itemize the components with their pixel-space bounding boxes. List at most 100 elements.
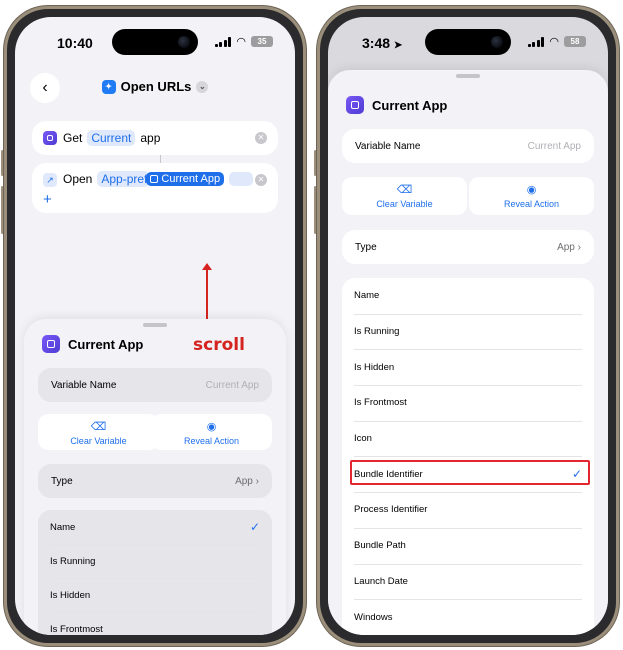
location-arrow-icon: ➤ (393, 40, 403, 51)
variable-sheet: Current App Variable Name Current App ⌫ … (24, 319, 286, 635)
remove-action-button[interactable]: ✕ (255, 132, 267, 144)
dynamic-island (425, 29, 511, 55)
list-item[interactable]: Is Frontmost (342, 385, 594, 421)
list-item[interactable]: Windows (342, 599, 594, 635)
status-time: 3:48 ➤ (362, 35, 402, 51)
checkmark-icon: ✓ (249, 520, 260, 534)
reveal-action-label: Reveal Action (503, 199, 560, 209)
battery-icon: 35 (251, 36, 273, 47)
chevron-right-icon: › (255, 475, 259, 487)
variable-sheet: Current App Variable Name Current App ⌫ … (328, 70, 608, 635)
item-label: Is Frontmost (354, 397, 407, 409)
type-value: App (557, 241, 575, 253)
add-parameter-button[interactable]: + (43, 191, 52, 208)
clear-variable-button[interactable]: ⌫ Clear Variable (342, 177, 467, 215)
delete-left-icon: ⌫ (90, 421, 107, 433)
status-time: 10:40 (57, 35, 93, 51)
right-phone: 3:48 ➤ ◠ 58 Current App Variable Name Cu… (317, 6, 619, 646)
clear-variable-label: Clear Variable (70, 436, 127, 446)
status-time-text: 3:48 (362, 35, 391, 51)
dynamic-island (112, 29, 198, 55)
item-label: Process Identifier (354, 504, 428, 516)
chevron-down-icon: ⌄ (196, 80, 209, 93)
property-list: Name Is Running Is Hidden Is Frontmost I… (342, 278, 594, 635)
arrow-up-right-icon: ↗ (43, 173, 57, 187)
right-screen: 3:48 ➤ ◠ 58 Current App Variable Name Cu… (328, 17, 608, 635)
variable-name-label: Variable Name (355, 140, 421, 152)
variable-text: Current App (161, 173, 221, 185)
item-label: Is Running (50, 555, 96, 567)
url-param-pill[interactable]: App-pref (97, 171, 150, 187)
action-object: app (140, 131, 161, 145)
delete-left-icon: ⌫ (396, 184, 413, 196)
compass-icon: ✦ (101, 79, 116, 94)
get-current-app-action[interactable]: Get Current app ✕ (32, 121, 278, 155)
current-app-variable[interactable]: Current App (146, 172, 225, 186)
list-item[interactable]: Name ✓ (38, 510, 272, 544)
status-icons: ◠ 35 (214, 35, 273, 48)
scroll-annotation: scroll (193, 335, 245, 355)
close-icon: ✕ (257, 175, 265, 184)
item-label: Windows (354, 611, 393, 623)
signal-icon (527, 36, 545, 47)
item-label: Bundle Path (354, 540, 406, 552)
type-label: Type (355, 241, 377, 253)
chevron-right-icon: › (577, 241, 581, 253)
sheet-grabber[interactable] (143, 323, 167, 327)
sheet-title: Current App (68, 336, 144, 352)
variable-name-label: Variable Name (51, 379, 117, 391)
item-label: Icon (354, 433, 372, 445)
remove-action-button[interactable]: ✕ (255, 174, 267, 186)
list-item[interactable]: Is Hidden (342, 349, 594, 385)
sheet-header: Current App (346, 96, 447, 114)
connector-line (160, 155, 161, 163)
item-label: Name (50, 521, 76, 533)
list-item[interactable]: Is Hidden (38, 578, 272, 612)
reveal-action-button[interactable]: ◉ Reveal Action (469, 177, 594, 215)
variable-name-field[interactable]: Variable Name Current App (38, 368, 272, 402)
list-item[interactable]: Process Identifier (342, 492, 594, 528)
left-phone: 10:40 ◠ 35 ‹ ✦ Open URLs ⌄ Get Current a… (4, 6, 306, 646)
item-label: Name (354, 290, 380, 302)
item-label: Is Frontmost (50, 623, 103, 635)
item-label: Is Running (354, 326, 400, 338)
reveal-action-button[interactable]: ◉ Reveal Action (151, 414, 272, 450)
type-value: App (235, 475, 253, 487)
open-url-action[interactable]: ↗ Open App-pref Current App ✕ + (32, 163, 278, 213)
app-icon (150, 175, 159, 183)
app-icon (43, 131, 57, 145)
action-verb: Get (63, 131, 83, 145)
clear-variable-button[interactable]: ⌫ Clear Variable (38, 414, 159, 450)
url-param-tail[interactable] (229, 172, 254, 186)
variable-name-placeholder: Current App (527, 140, 581, 152)
status-icons: ◠ 58 (527, 35, 586, 48)
property-list: Name ✓ Is Running Is Hidden Is Frontmost (38, 510, 272, 635)
list-item[interactable]: Name (342, 278, 594, 314)
highlight-annotation (350, 460, 590, 485)
wifi-icon: ◠ (549, 36, 559, 48)
type-label: Type (51, 475, 73, 487)
battery-icon: 58 (564, 36, 586, 47)
type-row[interactable]: Type App › (342, 230, 594, 264)
list-item[interactable]: Launch Date (342, 563, 594, 600)
signal-icon (214, 36, 232, 47)
close-icon: ✕ (257, 133, 265, 142)
reveal-action-label: Reveal Action (183, 436, 240, 446)
list-item[interactable]: Icon (342, 420, 594, 457)
item-label: Is Hidden (354, 361, 395, 373)
type-row[interactable]: Type App › (38, 464, 272, 498)
variable-name-placeholder: Current App (205, 379, 259, 391)
shortcut-title[interactable]: ✦ Open URLs ⌄ (15, 79, 295, 94)
scroll-arrow (206, 267, 208, 323)
current-param-pill[interactable]: Current (87, 130, 136, 146)
item-label: Is Hidden (50, 589, 91, 601)
variable-name-field[interactable]: Variable Name Current App (342, 129, 594, 163)
sheet-title: Current App (372, 97, 448, 113)
sheet-grabber[interactable] (456, 74, 480, 78)
left-screen: 10:40 ◠ 35 ‹ ✦ Open URLs ⌄ Get Current a… (15, 17, 295, 635)
list-item[interactable]: Bundle Path (342, 527, 594, 564)
list-item[interactable]: Is Frontmost (38, 612, 272, 635)
wifi-icon: ◠ (236, 36, 246, 48)
list-item[interactable]: Is Running (342, 313, 594, 350)
list-item[interactable]: Is Running (38, 544, 272, 578)
